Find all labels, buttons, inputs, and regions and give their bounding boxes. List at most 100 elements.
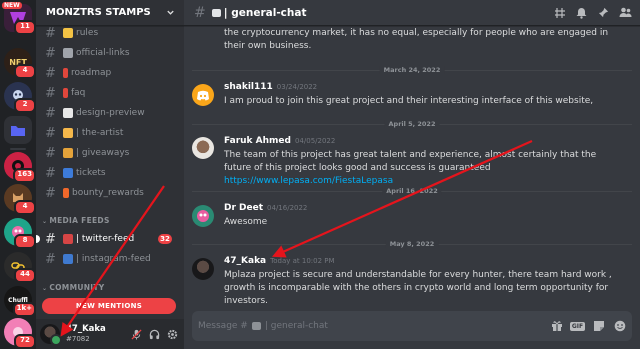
- discord-logo-icon: [197, 90, 209, 100]
- channel-the-artist[interactable]: # | the-artist: [42, 124, 180, 142]
- channel-bounty-rewards[interactable]: # bounty_rewards: [42, 184, 180, 202]
- threads-icon[interactable]: [553, 6, 566, 19]
- channel-roadmap[interactable]: # roadmap: [42, 64, 180, 82]
- avatar[interactable]: [192, 137, 214, 159]
- timestamp: Today at 10:02 PM: [270, 257, 335, 265]
- timestamp: 03/24/2022: [276, 83, 318, 91]
- channel-label: | instagram-feed: [76, 254, 151, 264]
- category-community[interactable]: ⌄ COMMUNITY: [42, 283, 105, 292]
- category-label: COMMUNITY: [49, 283, 105, 292]
- chevron-down-icon: ⌄: [42, 218, 48, 225]
- timestamp: 04/16/2022: [267, 204, 308, 212]
- server-badge: 4: [14, 64, 36, 79]
- message-body: The team of this project has great talen…: [224, 150, 597, 173]
- channel-twitter-feed[interactable]: # | twitter-feed 32: [36, 230, 180, 248]
- hash-icon: #: [45, 45, 56, 61]
- question-icon: [63, 88, 68, 98]
- date-divider: April 16, 2022: [192, 187, 632, 195]
- channel-label: official-links: [76, 48, 130, 58]
- category-media-feeds[interactable]: ⌄ MEDIA FEEDS: [42, 216, 110, 225]
- gift-icon[interactable]: [550, 320, 563, 333]
- author-name[interactable]: shakil111: [224, 82, 273, 92]
- server-chuffl[interactable]: Chuffl 1k+: [4, 286, 36, 317]
- avatar[interactable]: [40, 324, 62, 346]
- monster-icon: [197, 210, 209, 222]
- server-robot[interactable]: 2: [4, 82, 36, 113]
- server-badge: 1k+: [12, 302, 36, 317]
- avatar[interactable]: [192, 84, 214, 106]
- members-icon[interactable]: [619, 6, 632, 19]
- server-pink[interactable]: 72: [4, 318, 36, 349]
- server-nft[interactable]: NFT 4: [4, 48, 36, 79]
- channel-rules[interactable]: # rules: [42, 24, 180, 42]
- bell-icon[interactable]: [575, 6, 588, 19]
- sticker-icon[interactable]: [592, 320, 605, 333]
- channel-design-preview[interactable]: # design-preview: [42, 104, 180, 122]
- author-name[interactable]: 47_Kaka: [224, 256, 266, 266]
- channel-label: faq: [71, 88, 86, 98]
- placeholder-channel: | general-chat: [264, 321, 328, 331]
- message-header: Dr Deet 04/16/2022: [224, 203, 307, 213]
- hash-icon: #: [45, 231, 56, 247]
- channel-label: design-preview: [76, 108, 145, 118]
- rules-icon: [63, 28, 73, 38]
- message-text: Awesome: [224, 217, 268, 227]
- chevron-down-icon: ⌄: [42, 285, 48, 292]
- speech-icon: [211, 8, 221, 17]
- chevron-down-icon[interactable]: [166, 8, 175, 17]
- message-text: I am proud to join this great project an…: [224, 96, 594, 106]
- gif-icon[interactable]: GIF: [569, 320, 586, 333]
- server-red[interactable]: 163: [4, 152, 36, 183]
- server-cat[interactable]: 4: [4, 184, 36, 215]
- artist-icon: [63, 128, 73, 138]
- server-chain[interactable]: 44: [4, 252, 36, 283]
- server-badge: 44: [14, 268, 36, 283]
- author-name[interactable]: Dr Deet: [224, 203, 263, 213]
- gear-icon[interactable]: [166, 328, 178, 340]
- channel-official-links[interactable]: # official-links: [42, 44, 180, 62]
- channel-tickets[interactable]: # tickets: [42, 164, 180, 182]
- pin-icon[interactable]: [597, 6, 610, 19]
- message-header: shakil111 03/24/2022: [224, 82, 317, 92]
- mute-icon[interactable]: [130, 328, 142, 340]
- avatar[interactable]: [192, 205, 214, 227]
- category-label: MEDIA FEEDS: [49, 216, 110, 225]
- hash-icon: #: [45, 165, 56, 181]
- server-badge: 2: [14, 98, 36, 113]
- date-label: May 8, 2022: [385, 240, 439, 248]
- message-composer[interactable]: Message # | general-chat GIF: [192, 311, 632, 341]
- server-monster[interactable]: 8: [4, 218, 36, 249]
- headphones-icon[interactable]: [148, 328, 160, 340]
- hash-icon: #: [45, 185, 56, 201]
- server-new[interactable]: NEW 11: [2, 2, 36, 35]
- fire-icon: [63, 188, 69, 198]
- new-mentions-button[interactable]: NEW MENTIONS: [42, 298, 176, 314]
- composer-placeholder[interactable]: Message # | general-chat: [198, 321, 328, 331]
- message-text: Mplaza project is secure and understanda…: [224, 270, 612, 306]
- chat-header: # | general-chat: [184, 0, 640, 26]
- author-name[interactable]: Faruk Ahmed: [224, 136, 291, 146]
- server-folder[interactable]: [4, 116, 32, 144]
- emoji-icon[interactable]: [613, 320, 626, 333]
- server-header[interactable]: MONZTRS STAMPS: [36, 0, 184, 26]
- channel-faq[interactable]: # faq: [42, 84, 180, 102]
- user-name: 47_Kaka: [66, 324, 106, 335]
- channel-giveaways[interactable]: # | giveaways: [42, 144, 180, 162]
- user-panel: 47_Kaka #7082: [36, 319, 184, 349]
- avatar[interactable]: [192, 258, 214, 280]
- hash-icon: #: [194, 4, 206, 21]
- server-name: MONZTRS STAMPS: [46, 7, 151, 18]
- instagram-icon: [63, 254, 73, 264]
- channel-label: bounty_rewards: [72, 188, 144, 198]
- eyes-icon: [63, 108, 73, 118]
- server-badge: 72: [14, 334, 36, 349]
- date-label: April 16, 2022: [382, 187, 442, 195]
- message-header: 47_Kaka Today at 10:02 PM: [224, 256, 335, 266]
- channel-instagram-feed[interactable]: # | instagram-feed: [42, 250, 180, 268]
- mention-count-badge: 32: [158, 234, 172, 244]
- channel-title: | general-chat: [223, 6, 307, 19]
- online-status-icon: [50, 334, 62, 346]
- message-link[interactable]: https://www.lepasa.com/FiestaLepasa: [224, 176, 393, 186]
- chat-area: # | general-chat the cryptocurrency mark…: [184, 0, 640, 349]
- channel-sidebar: MONZTRS STAMPS # rules # official-links # r…: [36, 0, 184, 349]
